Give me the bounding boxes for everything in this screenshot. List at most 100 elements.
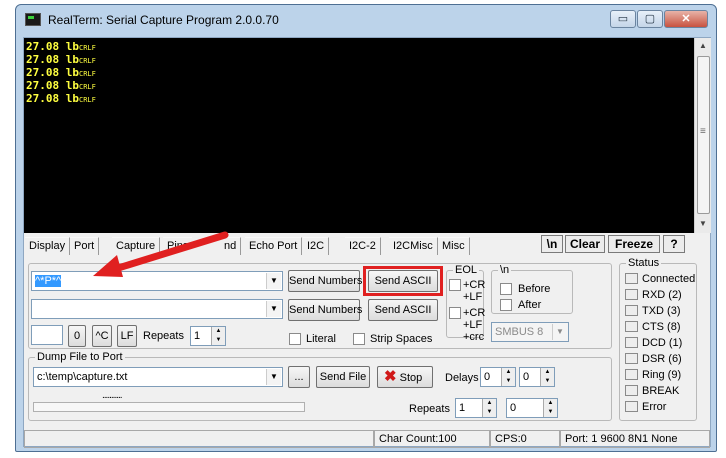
- status-led: [625, 401, 638, 412]
- dump-repeats2-spinner[interactable]: 0 ▲ ▼: [506, 398, 558, 418]
- number-field[interactable]: [31, 325, 63, 345]
- selected-text: ^*P*^: [35, 275, 62, 287]
- spin-arrows-icon[interactable]: ▲ ▼: [211, 327, 225, 345]
- highlight-box: [363, 266, 443, 296]
- status-dsr: DSR (6): [642, 353, 682, 365]
- send-string-2-input[interactable]: ▼: [31, 299, 283, 319]
- status-led: [625, 305, 638, 316]
- send-numbers-2-button[interactable]: Send Numbers: [288, 299, 362, 321]
- status-txd: TXD (3): [642, 305, 681, 317]
- close-icon: ✕: [681, 13, 691, 25]
- spin-arrows-icon[interactable]: ▲ ▼: [482, 399, 496, 417]
- status-led: [625, 273, 638, 284]
- status-led: [625, 337, 638, 348]
- clear-button[interactable]: Clear: [565, 235, 605, 253]
- window-title: RealTerm: Serial Capture Program 2.0.0.7…: [48, 13, 279, 27]
- scroll-up-icon[interactable]: ▲: [695, 38, 711, 54]
- tab-echo-port[interactable]: Echo Port: [245, 237, 303, 255]
- eol1-cr-checkbox[interactable]: [449, 279, 461, 291]
- chevron-down-icon[interactable]: ▼: [266, 273, 281, 289]
- dump-progress-text: ...........: [102, 390, 123, 401]
- tab-i2c-2[interactable]: I2C-2: [345, 237, 381, 255]
- status-title: Status: [626, 257, 662, 269]
- lf-button[interactable]: LF: [117, 325, 137, 347]
- tab-i2cmisc[interactable]: I2CMisc: [389, 237, 438, 255]
- strip-spaces-label: Strip Spaces: [370, 333, 433, 345]
- send-numbers-1-button[interactable]: Send Numbers: [288, 270, 362, 292]
- chevron-down-icon[interactable]: ▼: [266, 301, 281, 317]
- terminal-line: 27.08 lbCRLF: [26, 40, 96, 53]
- status-led: [625, 353, 638, 364]
- title-bar[interactable]: RealTerm: Serial Capture Program 2.0.0.7…: [16, 5, 716, 31]
- delays-label: Delays: [445, 372, 479, 384]
- delay1-spinner[interactable]: 0 ▲ ▼: [480, 367, 516, 387]
- send-file-button[interactable]: Send File: [316, 366, 370, 388]
- browse-button[interactable]: ...: [288, 366, 310, 388]
- dump-progress-bar: [33, 402, 305, 412]
- ctrl-c-button[interactable]: ^C: [92, 325, 112, 347]
- minimize-button[interactable]: ▭: [610, 10, 636, 28]
- red-arrow-icon: [93, 231, 229, 277]
- before-label: Before: [518, 283, 551, 295]
- cps: CPS:0: [490, 430, 560, 448]
- status-break: BREAK: [642, 385, 680, 397]
- before-checkbox[interactable]: [500, 283, 512, 295]
- status-led: [625, 321, 638, 332]
- terminal-line: 27.08 lbCRLF: [26, 92, 96, 105]
- maximize-button[interactable]: ▢: [637, 10, 663, 28]
- eol2-crc-label: +crc: [463, 331, 485, 343]
- terminal-scrollbar[interactable]: ▲ ▼: [694, 38, 711, 233]
- app-window: RealTerm: Serial Capture Program 2.0.0.7…: [15, 4, 717, 452]
- chevron-down-icon[interactable]: ▼: [266, 369, 281, 385]
- newline-title: \n: [498, 264, 512, 276]
- stop-button[interactable]: ✖ Stop: [377, 366, 433, 388]
- status-led: [625, 369, 638, 380]
- status-cts: CTS (8): [642, 321, 681, 333]
- send-ascii-2-button[interactable]: Send ASCII: [368, 299, 438, 321]
- after-label: After: [518, 299, 542, 311]
- terminal-line: 27.08 lbCRLF: [26, 53, 96, 66]
- maximize-icon: ▢: [644, 13, 656, 25]
- terminal-line: 27.08 lbCRLF: [26, 79, 96, 92]
- tab-display[interactable]: Display: [25, 237, 71, 255]
- tab-misc[interactable]: Misc: [438, 237, 470, 255]
- terminal-output[interactable]: 27.08 lbCRLF 27.08 lbCRLF 27.08 lbCRLF 2…: [24, 38, 694, 233]
- freeze-button[interactable]: Freeze: [608, 235, 660, 253]
- dump-repeats-label: Repeats: [409, 403, 450, 415]
- status-connected: Connected: [642, 273, 696, 285]
- eol1-lf-label: +LF: [463, 291, 483, 303]
- zero-button[interactable]: 0: [68, 325, 86, 347]
- char-count: Char Count:100: [374, 430, 490, 448]
- terminal-line: 27.08 lbCRLF: [26, 66, 96, 79]
- smbus-select[interactable]: SMBUS 8 ▼: [491, 322, 569, 342]
- chevron-down-icon[interactable]: ▼: [552, 324, 567, 340]
- repeats-spinner[interactable]: 1 ▲ ▼: [190, 326, 226, 346]
- eol2-cr-checkbox[interactable]: [449, 307, 461, 319]
- help-button[interactable]: ?: [663, 235, 685, 253]
- repeats-label: Repeats: [143, 330, 184, 342]
- status-led: [625, 385, 638, 396]
- literal-label: Literal: [306, 333, 336, 345]
- scroll-down-icon[interactable]: ▼: [695, 216, 711, 232]
- send-panel: ^*P*^ ▼ Send Numbers Send ASCII ▼ Send N…: [25, 257, 711, 427]
- scroll-thumb[interactable]: [697, 56, 710, 214]
- close-button[interactable]: ✕: [664, 10, 708, 28]
- status-rxd: RXD (2): [642, 289, 682, 301]
- dump-repeats1-spinner[interactable]: 1 ▲ ▼: [455, 398, 497, 418]
- spin-arrows-icon[interactable]: ▲ ▼: [540, 368, 554, 386]
- status-ring: Ring (9): [642, 369, 682, 381]
- delay2-spinner[interactable]: 0 ▲ ▼: [519, 367, 555, 387]
- status-bar: Char Count:100 CPS:0 Port: 1 9600 8N1 No…: [24, 428, 712, 448]
- eol-title: EOL: [453, 264, 480, 276]
- app-icon: [25, 13, 41, 26]
- newline-button[interactable]: \n: [541, 235, 563, 253]
- dump-file-input[interactable]: c:\temp\capture.txt ▼: [33, 367, 283, 387]
- literal-checkbox[interactable]: [289, 333, 301, 345]
- after-checkbox[interactable]: [500, 299, 512, 311]
- spin-arrows-icon[interactable]: ▲ ▼: [501, 368, 515, 386]
- strip-spaces-checkbox[interactable]: [353, 333, 365, 345]
- minimize-icon: ▭: [617, 13, 629, 25]
- status-dcd: DCD (1): [642, 337, 683, 349]
- spin-arrows-icon[interactable]: ▲ ▼: [543, 399, 557, 417]
- tab-i2c[interactable]: I2C: [303, 237, 330, 255]
